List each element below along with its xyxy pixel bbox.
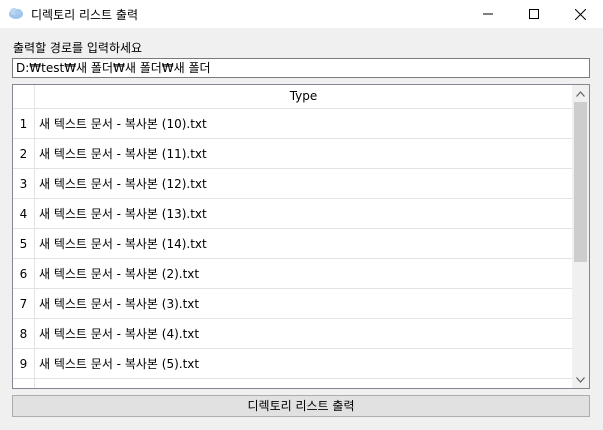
table-row[interactable]: 1 새 텍스트 문서 - 복사본 (10).txt bbox=[13, 108, 572, 139]
window-title: 디렉토리 리스트 출력 bbox=[31, 8, 138, 22]
file-name-cell[interactable]: 새 텍스트 문서 - 복사본 (2).txt bbox=[39, 259, 199, 289]
close-icon bbox=[574, 8, 586, 20]
title-bar[interactable]: 디렉토리 리스트 출력 bbox=[0, 0, 603, 28]
file-name-cell[interactable]: 새 텍스트 문서 - 복사본 (13).txt bbox=[39, 199, 207, 229]
table-row[interactable]: 3 새 텍스트 문서 - 복사본 (12).txt bbox=[13, 168, 572, 199]
list-directory-button[interactable]: 디렉토리 리스트 출력 bbox=[12, 395, 590, 417]
file-name-cell[interactable]: 새 텍스트 문서 - 복사본 (5).txt bbox=[39, 349, 199, 379]
table-row[interactable]: 7 새 텍스트 문서 - 복사본 (3).txt bbox=[13, 288, 572, 319]
file-name-cell[interactable]: 새 텍스트 문서 - 복사본 (11).txt bbox=[39, 139, 207, 169]
row-number[interactable]: 8 bbox=[13, 319, 35, 349]
row-number[interactable]: 2 bbox=[13, 139, 35, 169]
vertical-scrollbar[interactable] bbox=[572, 85, 589, 388]
minimize-icon bbox=[483, 13, 493, 15]
file-name-cell[interactable]: 새 텍스트 문서 - 복사본 (10).txt bbox=[39, 109, 207, 139]
row-number[interactable]: 7 bbox=[13, 289, 35, 319]
file-name-cell[interactable]: 새 텍스트 문서 - 복사본 (3).txt bbox=[39, 289, 199, 319]
table-row[interactable] bbox=[13, 378, 572, 388]
row-header-corner[interactable] bbox=[13, 85, 35, 108]
scrollbar-thumb[interactable] bbox=[574, 102, 587, 262]
file-list-grid[interactable]: Type 1 새 텍스트 문서 - 복사본 (10).txt 2 새 텍스트 문… bbox=[12, 84, 590, 389]
row-number[interactable]: 3 bbox=[13, 169, 35, 199]
row-number[interactable]: 1 bbox=[13, 109, 35, 139]
file-name-cell[interactable]: 새 텍스트 문서 - 복사본 (14).txt bbox=[39, 229, 207, 259]
grid-rows: 1 새 텍스트 문서 - 복사본 (10).txt 2 새 텍스트 문서 - 복… bbox=[13, 108, 572, 388]
row-number[interactable]: 5 bbox=[13, 229, 35, 259]
table-row[interactable]: 9 새 텍스트 문서 - 복사본 (5).txt bbox=[13, 348, 572, 379]
scroll-down-button[interactable] bbox=[572, 371, 589, 388]
column-header-type[interactable]: Type bbox=[35, 85, 572, 108]
row-number[interactable]: 4 bbox=[13, 199, 35, 229]
chevron-up-icon bbox=[576, 90, 585, 97]
path-prompt-label: 출력할 경로를 입력하세요 bbox=[13, 41, 143, 55]
table-row[interactable]: 8 새 텍스트 문서 - 복사본 (4).txt bbox=[13, 318, 572, 349]
window-client-area: 출력할 경로를 입력하세요 D:₩test₩새 폴더₩새 폴더₩새 폴더 Typ… bbox=[0, 28, 603, 430]
grid-header: Type bbox=[13, 85, 572, 108]
maximize-button[interactable] bbox=[511, 0, 557, 28]
close-button[interactable] bbox=[557, 0, 603, 28]
path-input[interactable]: D:₩test₩새 폴더₩새 폴더₩새 폴더 bbox=[12, 58, 590, 78]
table-row[interactable]: 2 새 텍스트 문서 - 복사본 (11).txt bbox=[13, 138, 572, 169]
minimize-button[interactable] bbox=[465, 0, 511, 28]
table-row[interactable]: 6 새 텍스트 문서 - 복사본 (2).txt bbox=[13, 258, 572, 289]
chevron-down-icon bbox=[576, 376, 585, 383]
file-name-cell[interactable]: 새 텍스트 문서 - 복사본 (12).txt bbox=[39, 169, 207, 199]
maximize-icon bbox=[529, 9, 539, 19]
row-number[interactable]: 6 bbox=[13, 259, 35, 289]
app-cloud-icon bbox=[9, 8, 23, 19]
file-name-cell[interactable]: 새 텍스트 문서 - 복사본 (4).txt bbox=[39, 319, 199, 349]
row-number[interactable]: 9 bbox=[13, 349, 35, 379]
table-row[interactable]: 4 새 텍스트 문서 - 복사본 (13).txt bbox=[13, 198, 572, 229]
table-row[interactable]: 5 새 텍스트 문서 - 복사본 (14).txt bbox=[13, 228, 572, 259]
scroll-up-button[interactable] bbox=[572, 85, 589, 102]
row-number[interactable] bbox=[13, 379, 35, 388]
